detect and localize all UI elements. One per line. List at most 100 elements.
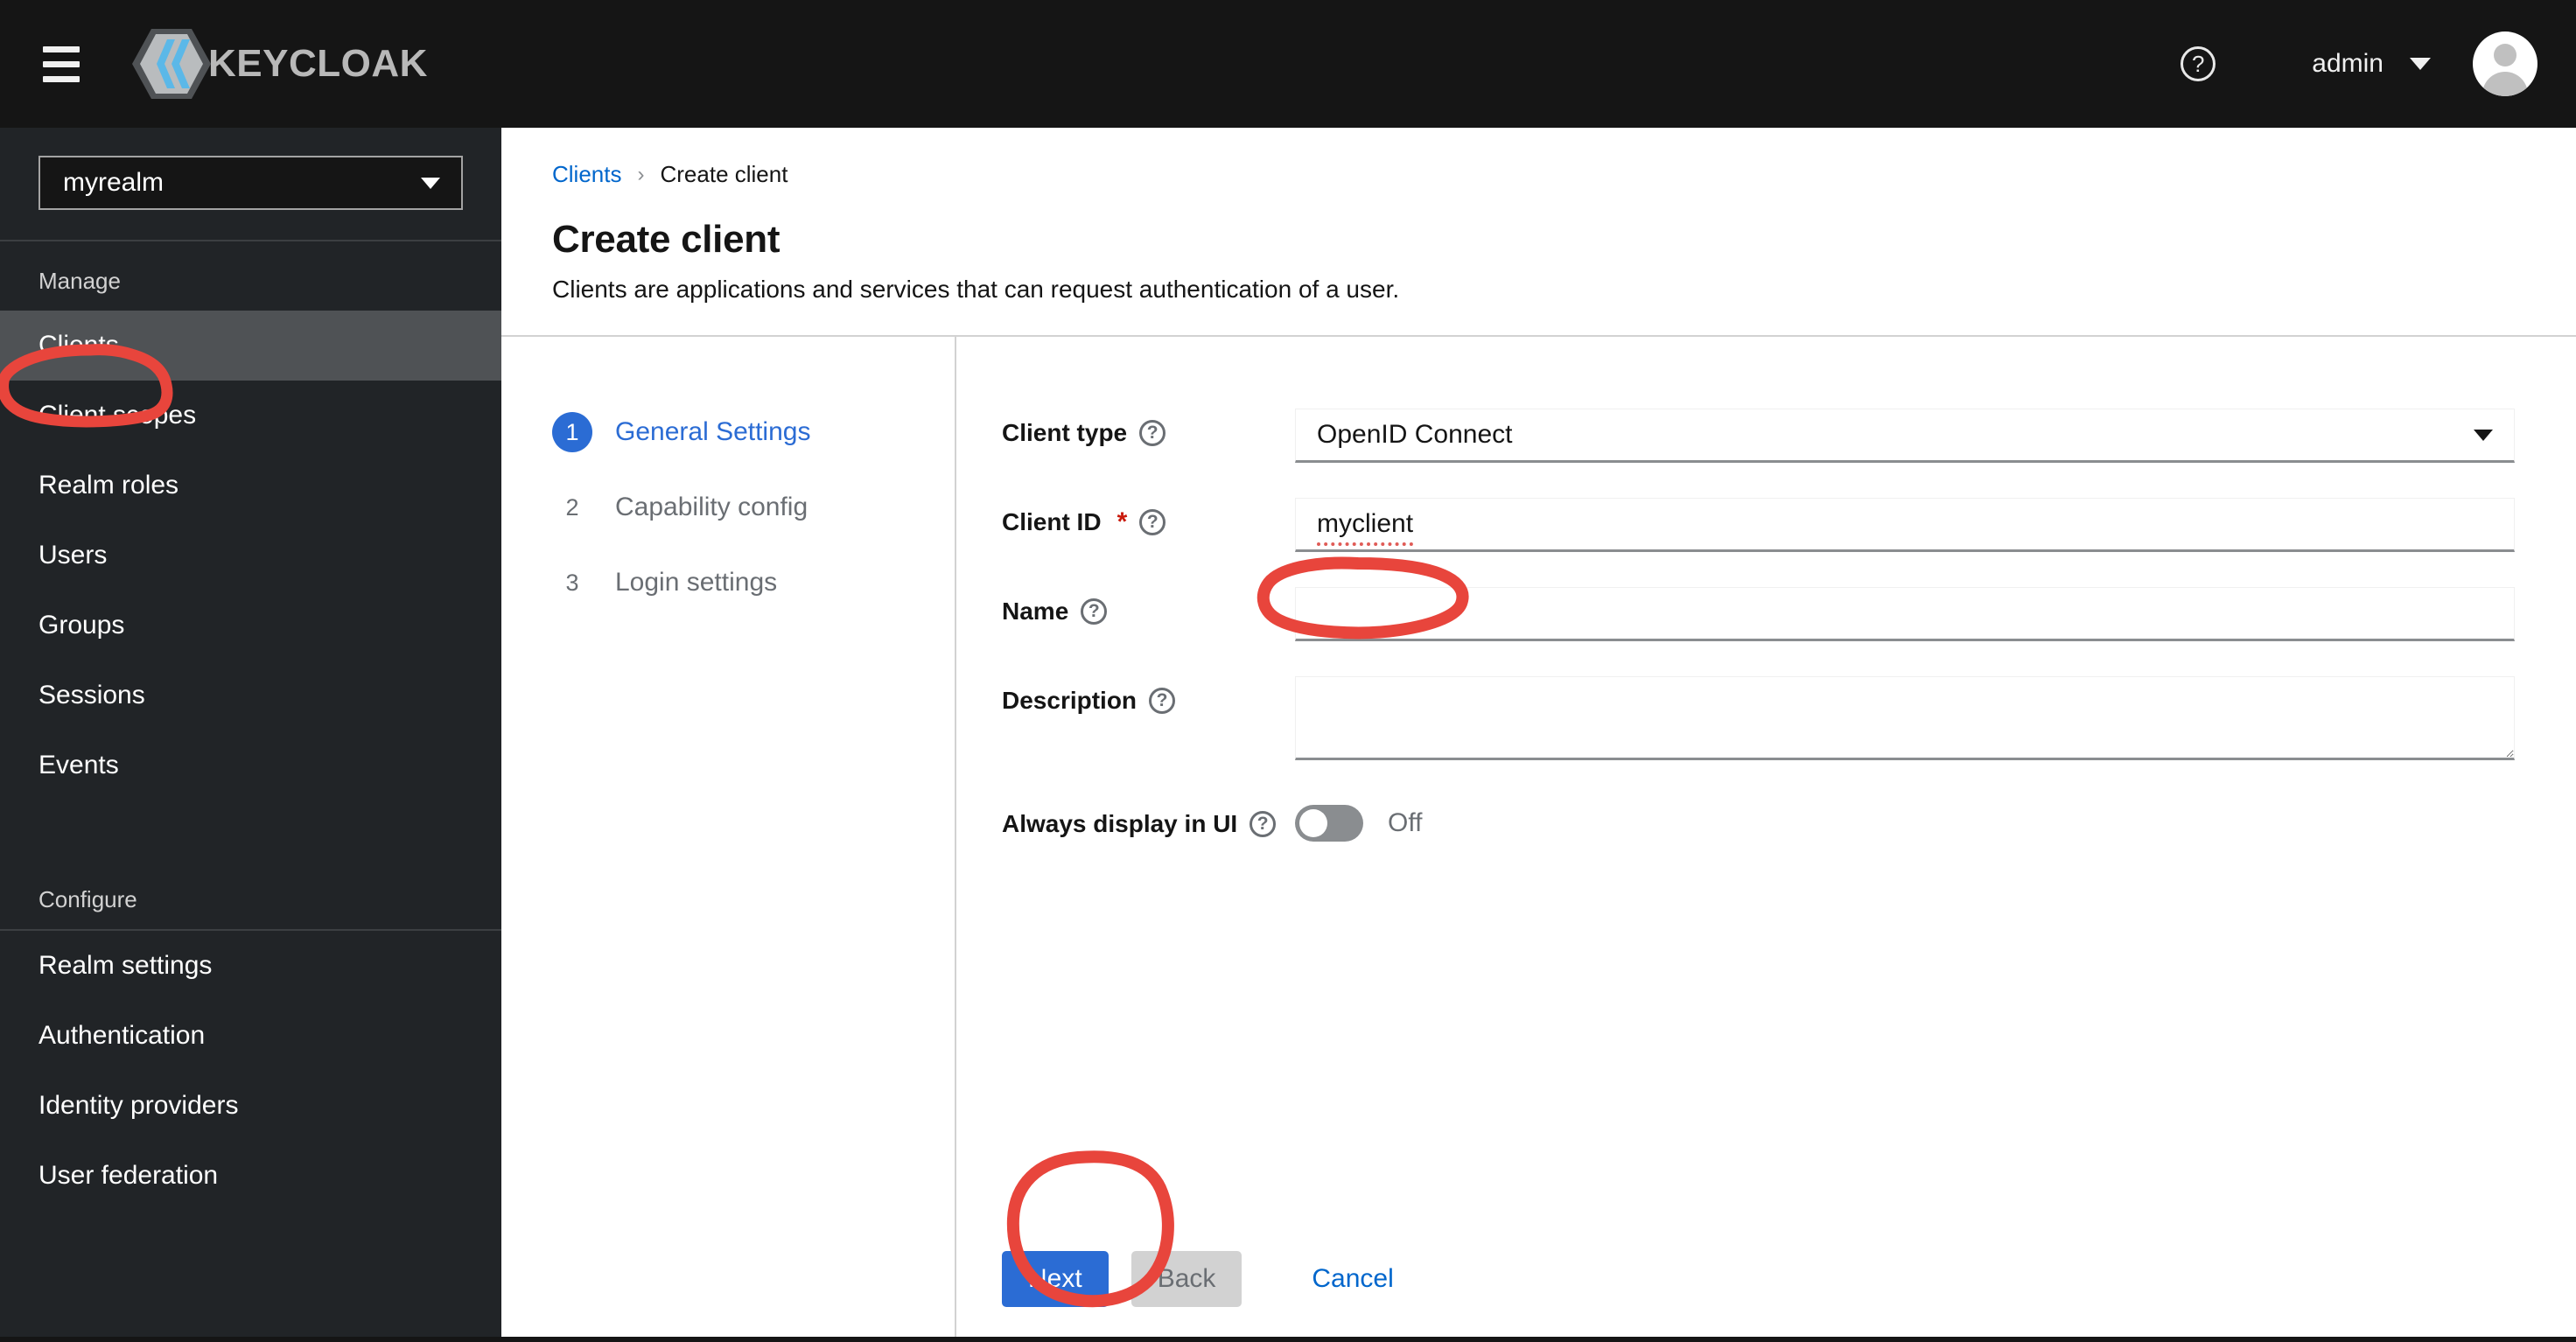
help-icon[interactable]: ? xyxy=(1139,509,1166,535)
sidebar-item-label: Sessions xyxy=(38,681,145,709)
sidebar-item-label: Authentication xyxy=(38,1021,206,1050)
field-label-text: Always display in UI xyxy=(1002,810,1238,837)
hamburger-bar xyxy=(43,75,80,82)
sidebar-group-manage: Clients Client scopes Realm roles Users … xyxy=(0,311,501,800)
control-client-type: OpenID Connect xyxy=(1295,409,2515,463)
create-client-wizard: 1 General Settings 2 Capability config 3… xyxy=(501,337,2576,1342)
sidebar-item-authentication[interactable]: Authentication xyxy=(0,1001,501,1071)
keycloak-hexagon-icon xyxy=(131,27,212,101)
sidebar-item-users[interactable]: Users xyxy=(0,521,501,591)
toggle-state-label: Off xyxy=(1388,808,1423,837)
sidebar-item-label: Client scopes xyxy=(38,401,197,430)
client-type-selected-value: OpenID Connect xyxy=(1317,420,1513,449)
wizard-footer: Next Back Cancel xyxy=(1002,1251,2515,1342)
sidebar-section-title-configure: Configure xyxy=(38,886,137,912)
masthead: KEYCLOAK ? admin xyxy=(0,0,2576,128)
wizard-form: Client type ? OpenID Connect Client ID *… xyxy=(956,337,2576,1342)
brand-text: KEYCLOAK xyxy=(208,42,428,85)
field-row-name: Name ? xyxy=(1002,587,2515,641)
next-button[interactable]: Next xyxy=(1002,1251,1109,1307)
masthead-toolbar: ? admin xyxy=(2180,31,2538,96)
breadcrumb-link-clients[interactable]: Clients xyxy=(552,161,621,188)
wizard-step-list: 1 General Settings 2 Capability config 3… xyxy=(501,337,956,1342)
sidebar-item-label: Realm settings xyxy=(38,951,213,980)
sidebar-item-label: Events xyxy=(38,751,119,779)
page-subtitle: Clients are applications and services th… xyxy=(552,276,1400,303)
cancel-button[interactable]: Cancel xyxy=(1285,1251,1419,1307)
sidebar-item-events[interactable]: Events xyxy=(0,730,501,800)
field-row-client-id: Client ID * ? myclient xyxy=(1002,498,2515,552)
avatar[interactable] xyxy=(2473,31,2538,96)
field-label-text: Client ID xyxy=(1002,508,1102,535)
sidebar-section-title-manage: Manage xyxy=(38,268,121,294)
sidebar-item-label: Identity providers xyxy=(38,1091,239,1120)
field-label-text: Description xyxy=(1002,687,1138,714)
sidebar-item-label: Clients xyxy=(38,331,119,360)
label-always-display: Always display in UI ? xyxy=(1002,800,1295,838)
toggle-knob xyxy=(1299,809,1327,837)
sidebar-item-label: Realm roles xyxy=(38,471,179,500)
hamburger-bar xyxy=(43,60,80,67)
step-label: Login settings xyxy=(615,568,778,597)
label-client-id: Client ID * ? xyxy=(1002,498,1295,536)
chevron-down-icon xyxy=(2410,58,2431,70)
step-number: 2 xyxy=(565,493,579,521)
control-always-display: Off xyxy=(1295,800,2515,842)
help-icon[interactable]: ? xyxy=(1250,811,1277,837)
breadcrumb-separator-icon: › xyxy=(637,162,645,186)
control-client-id: myclient xyxy=(1295,498,2515,552)
always-display-toggle[interactable] xyxy=(1295,805,1363,842)
control-description xyxy=(1295,676,2515,765)
brand-logo-link[interactable]: KEYCLOAK xyxy=(131,27,428,101)
step-number: 1 xyxy=(552,412,592,452)
sidebar-item-label: Users xyxy=(38,541,108,570)
sidebar-item-realm-roles[interactable]: Realm roles xyxy=(0,451,501,521)
wizard-step-general-settings[interactable]: 1 General Settings xyxy=(552,412,955,452)
field-row-client-type: Client type ? OpenID Connect xyxy=(1002,409,2515,463)
label-name: Name ? xyxy=(1002,587,1295,626)
field-label-text: Client type xyxy=(1002,419,1128,446)
client-id-input[interactable] xyxy=(1295,498,2515,552)
keycloak-admin-console: KEYCLOAK ? admin myrealm Manage Clients … xyxy=(0,0,2576,1342)
help-icon[interactable]: ? xyxy=(2180,46,2216,81)
name-input[interactable] xyxy=(1295,587,2515,641)
breadcrumb-current: Create client xyxy=(660,161,788,187)
hamburger-menu-icon[interactable] xyxy=(33,36,89,92)
step-number: 3 xyxy=(565,569,579,596)
realm-selector-wrapper: myrealm xyxy=(0,128,501,240)
sidebar-item-realm-settings[interactable]: Realm settings xyxy=(0,931,501,1001)
sidebar-item-user-federation[interactable]: User federation xyxy=(0,1141,501,1211)
sidebar-item-clients[interactable]: Clients xyxy=(0,311,501,381)
sidebar-item-label: User federation xyxy=(38,1161,219,1190)
help-icon[interactable]: ? xyxy=(1139,420,1166,446)
sidebar-item-groups[interactable]: Groups xyxy=(0,591,501,661)
sidebar-item-identity-providers[interactable]: Identity providers xyxy=(0,1071,501,1141)
description-textarea[interactable] xyxy=(1295,676,2515,760)
control-name xyxy=(1295,587,2515,641)
client-type-select[interactable]: OpenID Connect xyxy=(1295,409,2515,463)
wizard-step-capability-config[interactable]: 2 Capability config xyxy=(552,487,955,528)
back-button: Back xyxy=(1130,1251,1242,1307)
field-row-always-display: Always display in UI ? Off xyxy=(1002,800,2515,842)
field-label-text: Name xyxy=(1002,598,1069,625)
step-label: General Settings xyxy=(615,417,811,446)
user-name-label: admin xyxy=(2312,49,2384,78)
help-icon[interactable]: ? xyxy=(1149,688,1176,714)
chevron-down-icon xyxy=(2474,429,2493,441)
sidebar-item-label: Groups xyxy=(38,611,125,640)
step-label: Capability config xyxy=(615,493,808,521)
sidebar-item-client-scopes[interactable]: Client scopes xyxy=(0,381,501,451)
breadcrumb: Clients › Create client xyxy=(552,161,2576,188)
sidebar-navigation: myrealm Manage Clients Client scopes Rea… xyxy=(0,128,501,1342)
page-title: Create client xyxy=(552,218,780,261)
user-dropdown[interactable]: admin xyxy=(2312,49,2431,79)
sidebar-item-sessions[interactable]: Sessions xyxy=(0,661,501,730)
wizard-step-login-settings[interactable]: 3 Login settings xyxy=(552,563,955,603)
label-description: Description ? xyxy=(1002,676,1295,715)
sidebar-group-configure: Realm settings Authentication Identity p… xyxy=(0,931,501,1211)
realm-selector[interactable]: myrealm xyxy=(38,156,463,210)
main-content: Clients › Create client Create client Cl… xyxy=(501,128,2576,1342)
window-bottom-edge xyxy=(0,1337,2576,1342)
help-icon[interactable]: ? xyxy=(1081,598,1108,625)
